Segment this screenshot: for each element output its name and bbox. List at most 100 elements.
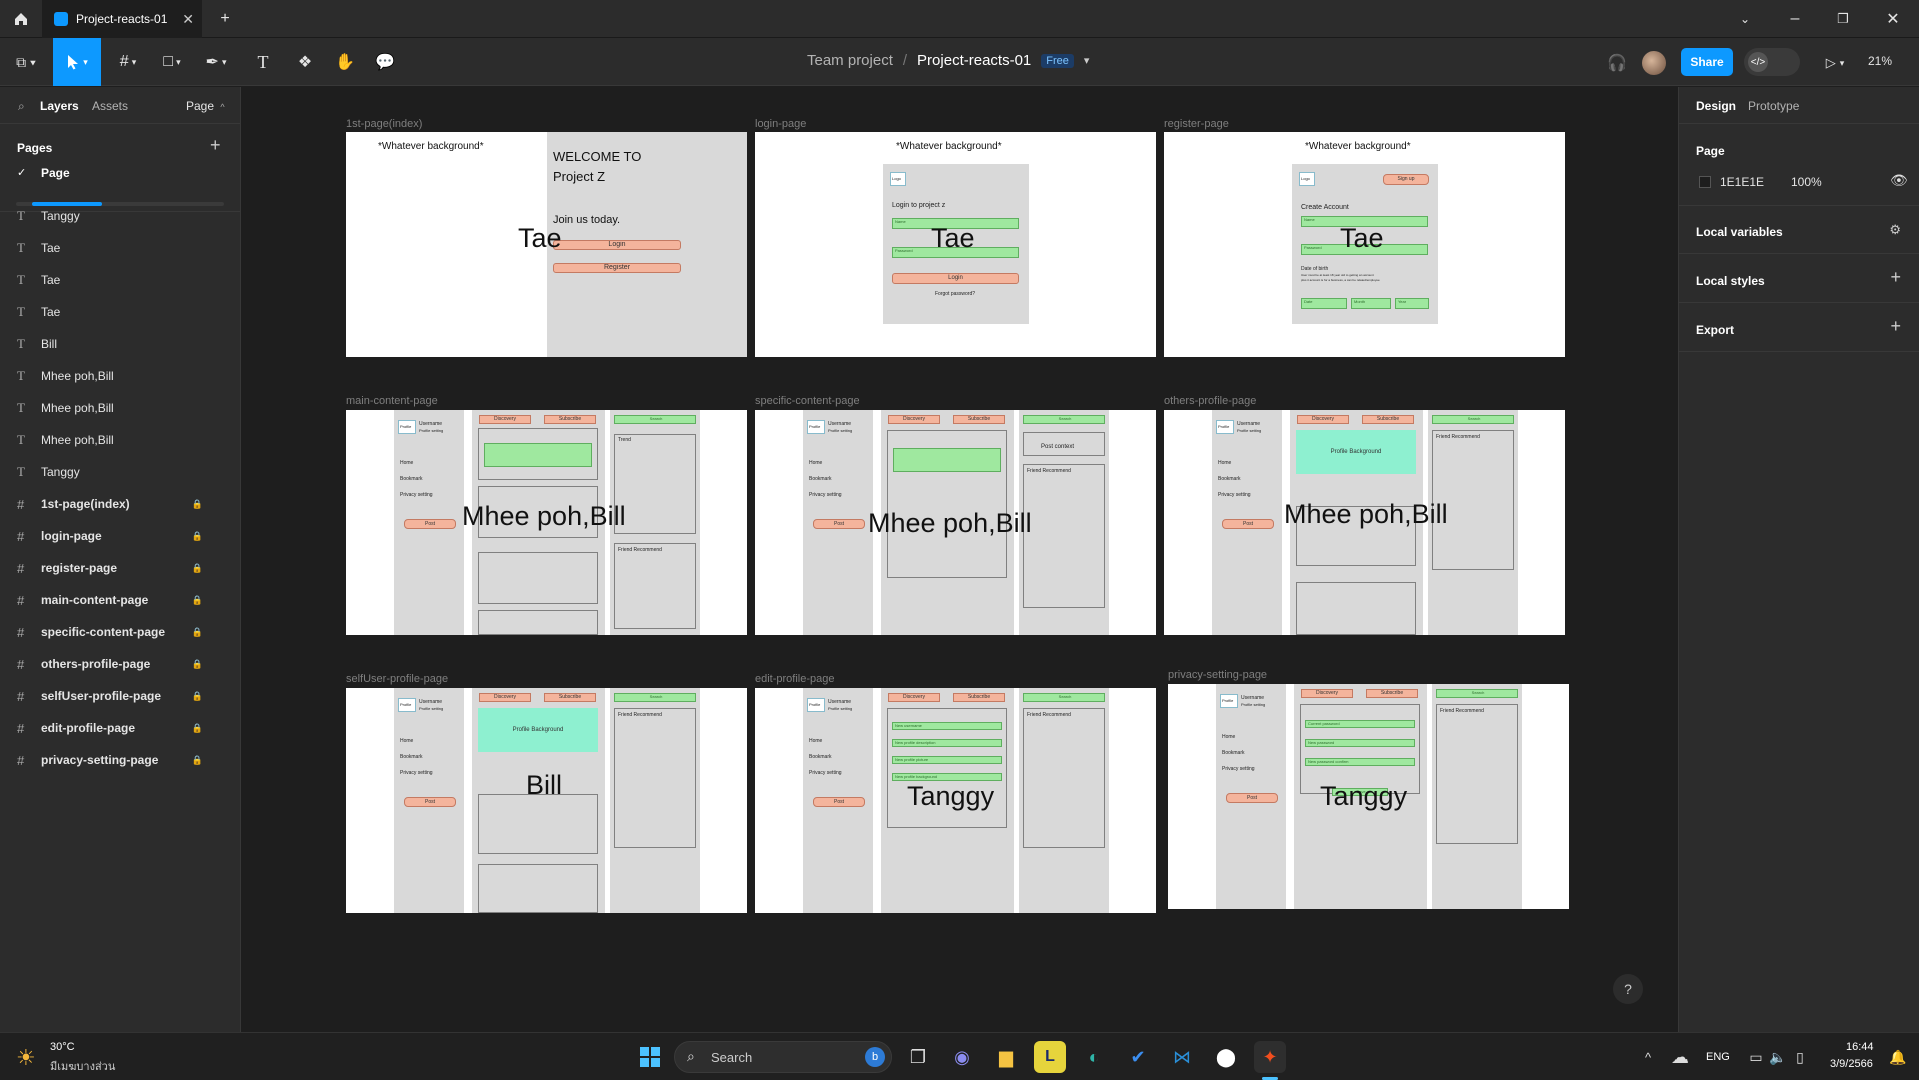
team-link[interactable]: Team project [807, 52, 893, 69]
help-button[interactable]: ? [1613, 974, 1643, 1004]
zoom-level[interactable]: 21% [1868, 54, 1892, 68]
add-export-icon[interactable]: + [1890, 316, 1901, 337]
frame-main-content-page[interactable]: Profile Username Profile setting Home Bo… [346, 410, 747, 635]
file-name[interactable]: Project-reacts-01 [917, 52, 1031, 69]
tab-layers[interactable]: Layers [40, 99, 79, 113]
layer-item-frame[interactable]: # others-profile-page 🔒 [0, 648, 241, 680]
page-color-hex[interactable]: 1E1E1E [1720, 175, 1764, 189]
layer-item-text[interactable]: T Mhee poh,Bill [0, 360, 241, 392]
dev-mode-toggle[interactable]: </> [1744, 48, 1800, 76]
layer-item-text[interactable]: T Tae [0, 232, 241, 264]
frame-label[interactable]: login-page [755, 118, 806, 130]
page-opacity[interactable]: 100% [1791, 175, 1822, 189]
text-tool-icon[interactable]: T [248, 48, 278, 76]
layer-item-frame[interactable]: # selfUser-profile-page 🔒 [0, 680, 241, 712]
local-variables-title[interactable]: Local variables [1696, 225, 1783, 239]
clock-time[interactable]: 16:44 [1846, 1041, 1874, 1053]
todo-icon[interactable]: ✔ [1122, 1041, 1154, 1073]
file-tab[interactable]: Project-reacts-01 ✕ [42, 0, 202, 38]
new-tab-icon[interactable]: + [212, 6, 238, 32]
frame-privacy-setting-page[interactable]: Profile Username Profile setting Home Bo… [1168, 684, 1569, 909]
audio-headphones-icon[interactable]: 🎧 [1604, 50, 1630, 76]
move-tool-icon[interactable]: ▾ [53, 38, 101, 86]
lock-icon[interactable]: 🔒 [192, 499, 203, 510]
page-dropdown[interactable]: Page ^ [186, 99, 225, 113]
lock-icon[interactable]: 🔒 [192, 755, 203, 766]
language-indicator[interactable]: ENG [1706, 1051, 1730, 1063]
line-app-icon[interactable]: L [1034, 1041, 1066, 1073]
layer-item-text[interactable]: T Tanggy [0, 200, 241, 232]
share-button[interactable]: Share [1681, 48, 1733, 76]
layer-item-text[interactable]: T Mhee poh,Bill [0, 392, 241, 424]
frame-label[interactable]: selfUser-profile-page [346, 673, 448, 685]
page-color-swatch[interactable] [1699, 176, 1711, 188]
frame-login-page[interactable]: *Whatever background* Logo Login to proj… [755, 132, 1156, 357]
restore-icon[interactable]: ❐ [1830, 6, 1856, 32]
frame-1st-page[interactable]: *Whatever background* WELCOME TO Project… [346, 132, 747, 357]
tab-assets[interactable]: Assets [92, 99, 128, 113]
frame-label[interactable]: edit-profile-page [755, 673, 835, 685]
figma-app-icon[interactable]: ✦ [1254, 1041, 1286, 1073]
teams-chat-icon[interactable]: ◉ [946, 1041, 978, 1073]
layer-item-frame[interactable]: # login-page 🔒 [0, 520, 241, 552]
pen-tool-icon[interactable]: ✒ ▾ [198, 48, 234, 76]
add-page-icon[interactable]: + [210, 135, 221, 156]
frame-tool-icon[interactable]: # ▾ [110, 48, 146, 76]
canvas[interactable]: 1st-page(index) *Whatever background* WE… [242, 87, 1678, 1032]
layer-item-text[interactable]: T Tae [0, 264, 241, 296]
vscode-icon[interactable]: ⋈ [1166, 1041, 1198, 1073]
file-menu-chevron-icon[interactable]: ▾ [1084, 54, 1090, 67]
minimize-icon[interactable]: – [1782, 6, 1808, 32]
layer-item-text[interactable]: T Bill [0, 328, 241, 360]
task-view-icon[interactable]: ❐ [902, 1041, 934, 1073]
frame-label[interactable]: others-profile-page [1164, 395, 1256, 407]
taskbar-search[interactable]: ⌕ Search b [674, 1041, 892, 1073]
variables-settings-icon[interactable]: ⚙ [1889, 222, 1901, 238]
tab-prototype[interactable]: Prototype [1748, 99, 1799, 113]
lock-icon[interactable]: 🔒 [192, 691, 203, 702]
frame-label[interactable]: register-page [1164, 118, 1229, 130]
layer-item-frame[interactable]: # specific-content-page 🔒 [0, 616, 241, 648]
plan-badge[interactable]: Free [1041, 53, 1074, 68]
lock-icon[interactable]: 🔒 [192, 723, 203, 734]
avatar[interactable] [1642, 51, 1666, 75]
notification-bell-icon[interactable]: 🔔 [1882, 1041, 1914, 1073]
add-style-icon[interactable]: + [1890, 267, 1901, 288]
start-menu-icon[interactable] [634, 1041, 666, 1073]
frame-others-profile-page[interactable]: Profile Username Profile setting Home Bo… [1164, 410, 1565, 635]
file-explorer-icon[interactable]: ▆ [990, 1041, 1022, 1073]
layer-item-frame[interactable]: # main-content-page 🔒 [0, 584, 241, 616]
shape-tool-icon[interactable]: □ ▾ [154, 48, 190, 76]
layer-item-frame[interactable]: #1st-page(index) 🔒 [0, 488, 241, 520]
frame-specific-content-page[interactable]: Profile Username Profile setting Home Bo… [755, 410, 1156, 635]
edge-browser-icon[interactable]: ◐ [1078, 1041, 1110, 1073]
lock-icon[interactable]: 🔒 [192, 563, 203, 574]
frame-register-page[interactable]: *Whatever background* Logo Sign up Creat… [1164, 132, 1565, 357]
lock-icon[interactable]: 🔒 [192, 531, 203, 542]
layer-item-text[interactable]: T Mhee poh,Bill [0, 424, 241, 456]
page-item-current[interactable]: ✓ Page [0, 159, 241, 187]
close-window-icon[interactable]: ✕ [1880, 6, 1906, 32]
comment-tool-icon[interactable]: 💬 [370, 48, 400, 76]
frame-label[interactable]: specific-content-page [755, 395, 860, 407]
clock-date[interactable]: 3/9/2566 [1830, 1058, 1873, 1070]
main-menu-icon[interactable]: ⧉ ▾ [8, 48, 44, 76]
frame-label[interactable]: 1st-page(index) [346, 118, 422, 130]
eye-icon[interactable]: 👁 [1890, 172, 1908, 189]
layer-item-text[interactable]: T Tae [0, 296, 241, 328]
home-icon[interactable] [8, 6, 34, 32]
show-hidden-icons-chevron[interactable]: ^ [1632, 1041, 1664, 1073]
layer-item-text[interactable]: T Tanggy [0, 456, 241, 488]
lock-icon[interactable]: 🔒 [192, 659, 203, 670]
search-icon[interactable]: ⌕ [18, 99, 25, 114]
present-play-icon[interactable]: ▷ ▾ [1818, 50, 1852, 76]
layer-item-frame[interactable]: # register-page 🔒 [0, 552, 241, 584]
chevron-down-icon[interactable]: ⌄ [1732, 6, 1758, 32]
layer-item-frame[interactable]: # edit-profile-page 🔒 [0, 712, 241, 744]
frame-label[interactable]: main-content-page [346, 395, 438, 407]
tab-design[interactable]: Design [1696, 99, 1736, 113]
layer-item-frame[interactable]: # privacy-setting-page 🔒 [0, 744, 241, 776]
hand-tool-icon[interactable]: ✋ [330, 48, 360, 76]
components-tool-icon[interactable]: ❖ [290, 48, 320, 76]
frame-selfuser-profile-page[interactable]: Profile Username Profile setting Home Bo… [346, 688, 747, 913]
